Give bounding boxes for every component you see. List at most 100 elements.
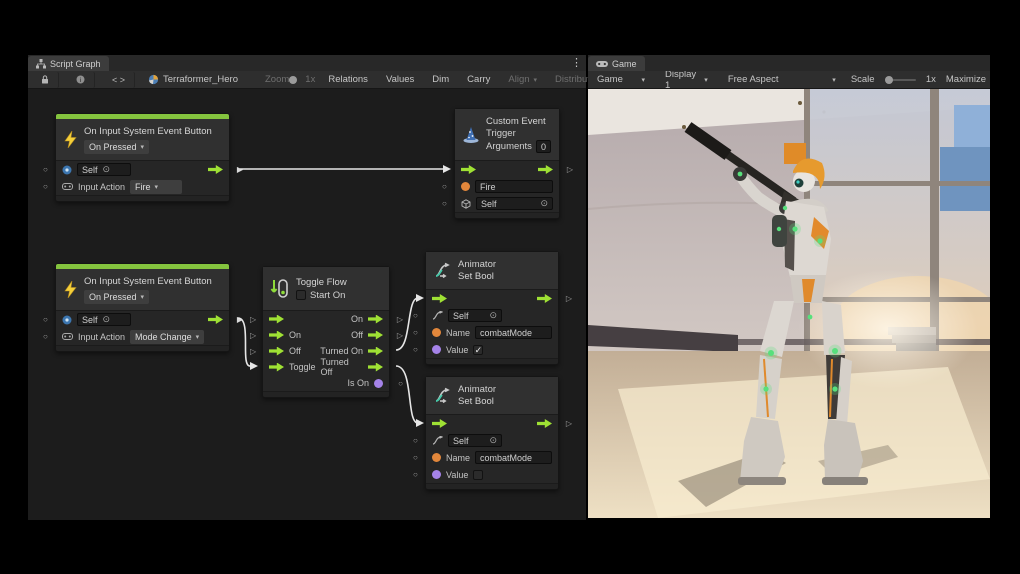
flow-out-arrow: [537, 419, 552, 428]
tab-game[interactable]: Game: [588, 56, 645, 71]
port-on-out[interactable]: [397, 315, 403, 324]
port-action-in[interactable]: [43, 182, 48, 191]
tab-label: Game: [612, 59, 637, 69]
object-picker-icon[interactable]: [103, 164, 111, 175]
port-action-in[interactable]: [43, 332, 48, 341]
object-picker-icon[interactable]: [540, 198, 548, 209]
relations-button[interactable]: Relations: [323, 72, 373, 88]
graph-asset-button[interactable]: Terraformer_Hero: [143, 72, 243, 88]
animator-type-icon: [432, 436, 443, 445]
info-icon[interactable]: i: [67, 72, 95, 88]
start-on-label: Start On: [310, 290, 345, 301]
start-on-checkbox[interactable]: [296, 290, 306, 300]
port-self-in[interactable]: [413, 311, 418, 320]
node-title: Set Bool: [458, 396, 496, 407]
kebab-menu-icon[interactable]: ⋮: [571, 56, 582, 70]
out-port-label: Off: [351, 330, 363, 340]
node-category: Animator: [458, 384, 496, 395]
self-field[interactable]: Self: [448, 309, 502, 322]
action-label: Input Action: [78, 332, 125, 342]
node-on-input-event-fire[interactable]: On Input System Event Button On Pressed …: [55, 113, 230, 202]
port-on-in[interactable]: [250, 331, 256, 340]
node-set-bool-b[interactable]: Animator Set Bool Self Nam: [425, 376, 559, 490]
zoom-value: 1x: [305, 74, 315, 85]
graph-canvas[interactable]: On Input System Event Button On Pressed …: [28, 89, 586, 520]
port-self-in[interactable]: [413, 436, 418, 445]
sky-pane: [940, 147, 990, 211]
display-dropdown[interactable]: Display 1: [660, 72, 713, 88]
node-custom-event-trigger[interactable]: Custom Event Trigger Arguments 0: [454, 108, 560, 219]
port-flow-out[interactable]: [566, 419, 572, 428]
self-type-icon: [62, 165, 72, 175]
object-picker-icon[interactable]: [103, 314, 111, 325]
node-category: Animator: [458, 259, 496, 270]
tab-script-graph[interactable]: Script Graph: [28, 56, 109, 71]
maximize-button[interactable]: Maximize: [946, 74, 986, 85]
graph-asset-label: Terraformer_Hero: [163, 74, 238, 85]
scale-slider[interactable]: [885, 79, 916, 81]
port-off-out[interactable]: [397, 331, 403, 340]
dim-button[interactable]: Dim: [427, 72, 454, 88]
name-field[interactable]: combatMode: [475, 326, 552, 339]
align-dropdown[interactable]: Align: [503, 72, 542, 88]
port-flow-out[interactable]: [567, 165, 573, 174]
port-flow-out[interactable]: [566, 294, 572, 303]
self-type-icon: [62, 315, 72, 325]
carry-button[interactable]: Carry: [462, 72, 495, 88]
event-mode-dropdown[interactable]: On Pressed: [84, 140, 149, 154]
input-action-icon: [62, 332, 73, 341]
port-off-in[interactable]: [250, 347, 256, 356]
value-checkbox[interactable]: ✓: [473, 345, 483, 355]
flow-in-arrow: [432, 419, 447, 428]
port-name-in[interactable]: [413, 328, 418, 337]
event-mode-dropdown[interactable]: On Pressed: [84, 290, 149, 304]
name-field[interactable]: combatMode: [475, 451, 552, 464]
self-field[interactable]: Self: [448, 434, 502, 447]
port-self-in[interactable]: [43, 165, 48, 174]
arguments-field[interactable]: 0: [536, 140, 551, 153]
port-flow-out[interactable]: [237, 315, 243, 324]
game-tabbar: Game: [588, 55, 990, 71]
self-field[interactable]: Self: [476, 197, 553, 210]
object-picker-icon[interactable]: [489, 435, 497, 446]
node-title: On Input System Event Button: [84, 126, 212, 137]
script-graph-panel: Script Graph ⋮ i < > Terraformer_Hero Zo…: [28, 55, 586, 520]
port-ison-out[interactable]: [398, 379, 403, 388]
self-field[interactable]: Self: [77, 163, 131, 176]
port-flow-in[interactable]: [250, 315, 256, 324]
event-name-field[interactable]: Fire: [475, 180, 553, 193]
bool-port-dot: [432, 470, 441, 479]
self-field[interactable]: Self: [77, 313, 131, 326]
code-icon[interactable]: < >: [103, 72, 135, 88]
game-viewport[interactable]: [588, 89, 990, 518]
node-set-bool-a[interactable]: Animator Set Bool Self Nam: [425, 251, 559, 365]
scale-slider-knob[interactable]: [885, 76, 893, 84]
in-port-label: Toggle: [289, 362, 316, 372]
game-mode-dropdown[interactable]: Game: [592, 72, 650, 88]
port-flow-out[interactable]: [237, 165, 243, 174]
port-self-in[interactable]: [442, 199, 447, 208]
values-button[interactable]: Values: [381, 72, 419, 88]
port-value-in[interactable]: [413, 470, 418, 479]
value-checkbox[interactable]: [473, 470, 483, 480]
port-self-in[interactable]: [43, 315, 48, 324]
game-scene: [588, 89, 990, 518]
script-graph-asset-icon: [148, 74, 159, 85]
node-toggle-flow[interactable]: Toggle Flow Start On On: [262, 266, 390, 398]
aspect-dropdown[interactable]: Free Aspect: [723, 72, 841, 88]
object-picker-icon[interactable]: [489, 310, 497, 321]
lock-icon[interactable]: [32, 72, 59, 88]
right-sole: [822, 477, 868, 485]
port-value-in[interactable]: [413, 345, 418, 354]
action-value-dropdown[interactable]: Fire: [130, 180, 182, 194]
node-on-input-event-mode[interactable]: On Input System Event Button On Pressed …: [55, 263, 230, 352]
port-name-in[interactable]: [413, 453, 418, 462]
game-panel: Game Game Display 1 Free Aspect Scale 1x…: [588, 55, 990, 518]
action-value-dropdown[interactable]: Mode Change: [130, 330, 204, 344]
port-arg-in[interactable]: [442, 182, 447, 191]
string-port-dot: [461, 182, 470, 191]
name-label: Name: [446, 328, 470, 338]
wire-turnedoff-to-setbool-b: [396, 366, 418, 423]
wire-arrowhead: [443, 165, 451, 173]
zoom-slider-knob[interactable]: [289, 76, 297, 84]
